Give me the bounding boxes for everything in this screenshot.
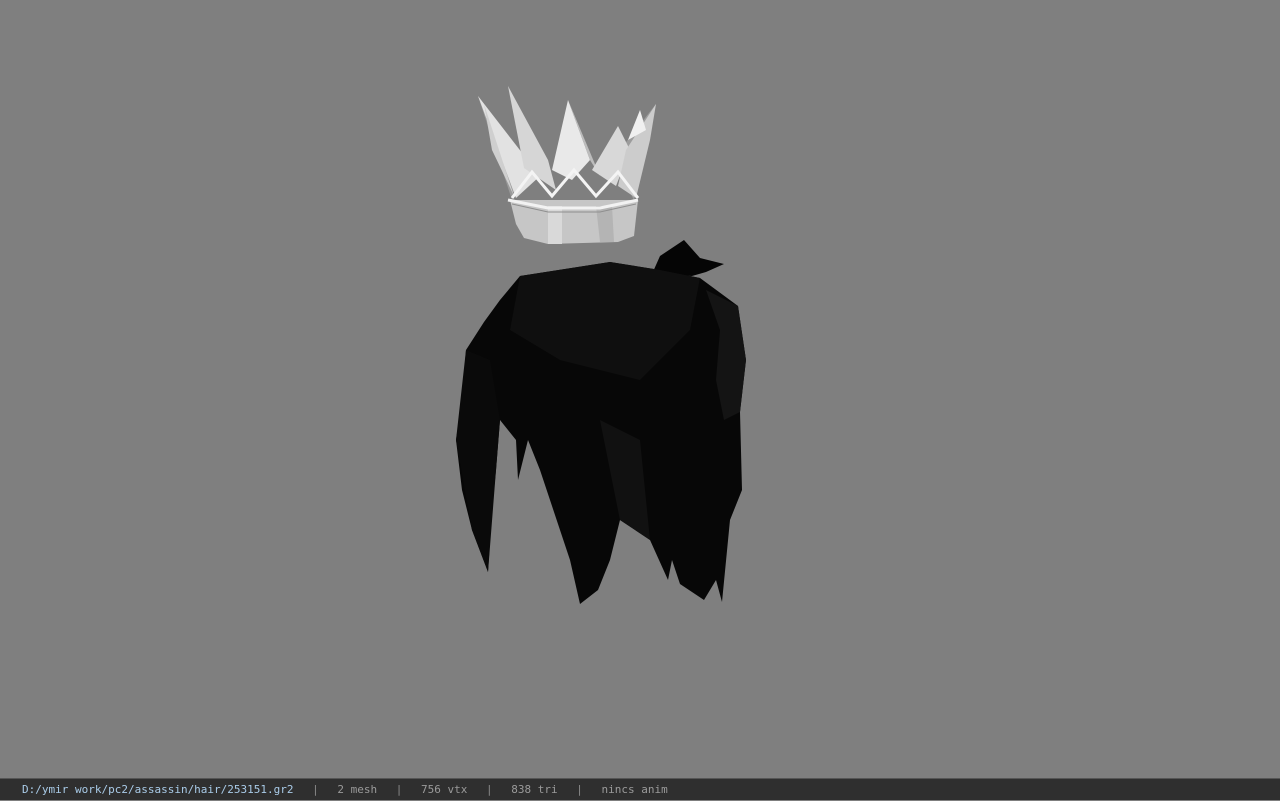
model-render [456, 86, 746, 604]
anim-status: nincs anim [601, 783, 668, 796]
mesh-count: 2 mesh [337, 783, 378, 796]
hair-model [456, 240, 746, 604]
crown-model [478, 86, 656, 244]
3d-viewport[interactable] [0, 0, 1280, 778]
separator: | [395, 783, 403, 796]
separator: | [312, 783, 319, 796]
separator: | [576, 783, 583, 796]
status-bar: D:/ymir work/pc2/assassin/hair/253151.gr… [0, 778, 1280, 800]
file-path: D:/ymir work/pc2/assassin/hair/253151.gr… [22, 783, 294, 796]
vertex-count: 756 vtx [421, 783, 468, 796]
triangle-count: 838 tri [511, 783, 558, 796]
separator: | [486, 783, 493, 796]
